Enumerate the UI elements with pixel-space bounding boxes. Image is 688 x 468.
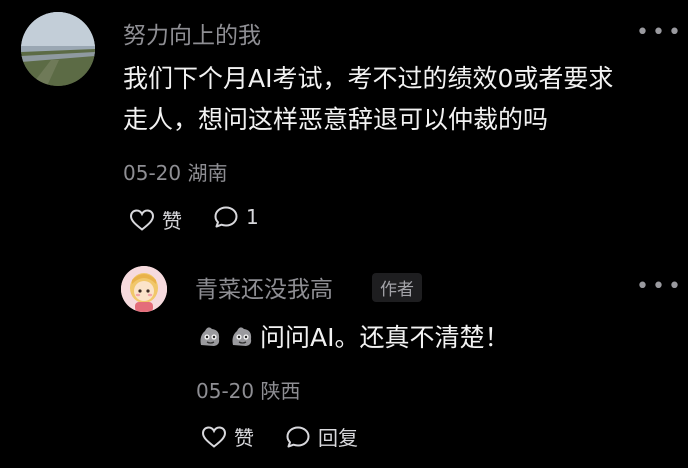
comment-text-line-1: 我们下个月AI考试，考不过的绩效0或者要求 [123, 64, 614, 93]
reply-more-icon[interactable]: ••• [636, 276, 684, 298]
reply-button[interactable]: 回复 [285, 422, 358, 451]
reply-text: 问问AI。还真不清楚！ [260, 323, 510, 352]
sticker-emoji-icon [200, 327, 220, 346]
heart-icon [129, 208, 155, 231]
like-label: 赞 [162, 209, 182, 233]
comment-meta: 05-20 湖南 [123, 157, 227, 186]
reply-date: 05-20 [196, 379, 255, 403]
sticker-emoji-icon [232, 327, 252, 346]
avatar-landscape-image [21, 12, 95, 86]
reply-like-label: 赞 [234, 426, 254, 450]
cartoon-avatar-image [121, 266, 167, 312]
reply-count-button[interactable]: 1 [213, 205, 259, 229]
comment-bubble-icon [214, 206, 238, 228]
reply-content: 问问AI。还真不清楚！ [196, 318, 509, 354]
comment-bubble-icon [286, 426, 310, 447]
comment-username[interactable]: 努力向上的我 [123, 16, 261, 50]
reply-label: 回复 [318, 426, 358, 450]
avatar[interactable] [21, 12, 95, 86]
like-button[interactable]: 赞 [129, 205, 182, 234]
reply-like-button[interactable]: 赞 [201, 422, 254, 451]
more-icon[interactable]: ••• [636, 22, 684, 44]
heart-icon [201, 425, 227, 448]
reply-meta: 05-20 陕西 [196, 375, 300, 404]
reply-avatar[interactable] [121, 266, 167, 312]
author-badge: 作者 [372, 273, 422, 302]
reply-username[interactable]: 青菜还没我高 [195, 270, 333, 304]
reply-count: 1 [246, 205, 259, 229]
comment-location: 湖南 [187, 161, 228, 185]
comment-date: 05-20 [123, 161, 182, 185]
comment-text-line-2: 走人，想问这样恶意辞退可以仲裁的吗 [123, 105, 549, 134]
reply-location: 陕西 [260, 379, 301, 403]
